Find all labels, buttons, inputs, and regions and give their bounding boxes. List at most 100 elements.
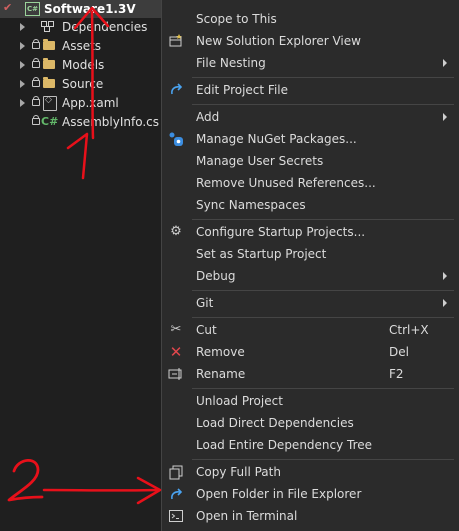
menu-item-label: Edit Project File: [196, 83, 289, 97]
refresh-arrow-icon: [168, 82, 184, 98]
expand-arrow-icon[interactable]: [20, 23, 25, 31]
menu-item-label: Add: [196, 110, 220, 124]
expand-arrow-icon[interactable]: [20, 42, 25, 50]
terminal-icon: [168, 508, 184, 524]
folder-icon: [43, 39, 55, 50]
menu-item-copy-full-path[interactable]: Copy Full Path: [162, 461, 459, 483]
menu-item-set-as-startup-project[interactable]: Set as Startup Project: [162, 243, 459, 265]
tree-row-app-xaml[interactable]: App.xaml: [0, 94, 163, 112]
submenu-arrow-icon: [443, 299, 447, 307]
menu-item-label: Set as Startup Project: [196, 247, 327, 261]
tree-row-models[interactable]: Models: [0, 56, 163, 74]
rename-icon: [168, 366, 184, 382]
expand-arrow-icon[interactable]: [20, 99, 25, 107]
lock-icon: [32, 58, 40, 68]
submenu-arrow-icon: [443, 59, 447, 67]
menu-item-label: Scope to This: [196, 12, 277, 26]
tree-item-label: Assets: [62, 39, 102, 53]
menu-item-remove-unused-references[interactable]: Remove Unused References...: [162, 172, 459, 194]
new-view-icon: [168, 33, 184, 49]
menu-separator: [192, 290, 454, 291]
context-menu: Scope to This New Solution Explorer View…: [161, 0, 459, 531]
menu-item-label: Manage NuGet Packages...: [196, 132, 357, 146]
menu-item-label: File Nesting: [196, 56, 266, 70]
menu-item-label: Manage User Secrets: [196, 154, 324, 168]
scissors-icon: ✂: [170, 322, 182, 337]
menu-item-remove[interactable]: ✕ Remove Del: [162, 341, 459, 363]
folder-icon: [43, 77, 55, 88]
nuget-icon: [168, 131, 184, 147]
menu-item-load-entire-dependency-tree[interactable]: Load Entire Dependency Tree: [162, 434, 459, 456]
menu-item-open-in-terminal[interactable]: Open in Terminal: [162, 505, 459, 527]
solution-explorer-tree: ✔ C# Software1.3V Dependencies Assets Mo…: [0, 0, 163, 531]
menu-item-rename[interactable]: Rename F2: [162, 363, 459, 385]
tree-item-label: Dependencies: [62, 20, 148, 34]
menu-item-label: Sync Namespaces: [196, 198, 306, 212]
tree-row-dependencies[interactable]: Dependencies: [0, 18, 163, 36]
delete-x-icon: ✕: [169, 343, 183, 361]
checkmark-icon: ✔: [3, 1, 13, 14]
tree-row-project[interactable]: ✔ C# Software1.3V: [0, 0, 163, 18]
menu-item-label: Remove: [196, 345, 245, 359]
menu-item-add[interactable]: Add: [162, 106, 459, 128]
menu-item-sync-namespaces[interactable]: Sync Namespaces: [162, 194, 459, 216]
menu-item-new-solution-explorer-view[interactable]: New Solution Explorer View: [162, 30, 459, 52]
csharp-file-icon: C#: [41, 115, 59, 128]
menu-item-configure-startup-projects[interactable]: ⚙ Configure Startup Projects...: [162, 221, 459, 243]
menu-item-load-direct-dependencies[interactable]: Load Direct Dependencies: [162, 412, 459, 434]
menu-item-label: Open Folder in File Explorer: [196, 487, 362, 501]
menu-item-label: Rename: [196, 367, 246, 381]
menu-item-cut[interactable]: ✂ Cut Ctrl+X: [162, 319, 459, 341]
menu-item-label: Unload Project: [196, 394, 283, 408]
csharp-project-icon: C#: [25, 2, 40, 16]
tree-item-label: App.xaml: [62, 96, 119, 110]
submenu-arrow-icon: [443, 272, 447, 280]
menu-item-file-nesting[interactable]: File Nesting: [162, 52, 459, 74]
menu-item-shortcut: F2: [389, 367, 404, 381]
tree-item-label: Models: [62, 58, 105, 72]
lock-icon: [32, 39, 40, 49]
menu-item-label: Load Direct Dependencies: [196, 416, 354, 430]
lock-icon: [32, 115, 40, 125]
xaml-file-icon: [43, 95, 57, 111]
copy-icon: [168, 464, 184, 480]
menu-item-label: Debug: [196, 269, 236, 283]
lock-icon: [32, 96, 40, 106]
menu-item-manage-user-secrets[interactable]: Manage User Secrets: [162, 150, 459, 172]
menu-item-unload-project[interactable]: Unload Project: [162, 390, 459, 412]
tree-row-assets[interactable]: Assets: [0, 37, 163, 55]
tree-row-source[interactable]: Source: [0, 75, 163, 93]
menu-item-git[interactable]: Git: [162, 292, 459, 314]
menu-separator: [192, 459, 454, 460]
dependencies-icon: [41, 21, 55, 32]
menu-item-label: New Solution Explorer View: [196, 34, 361, 48]
expand-arrow-icon[interactable]: [20, 61, 25, 69]
menu-item-edit-project-file[interactable]: Edit Project File: [162, 79, 459, 101]
menu-item-label: Configure Startup Projects...: [196, 225, 366, 239]
menu-separator: [192, 317, 454, 318]
menu-separator: [192, 388, 454, 389]
menu-item-scope-to-this[interactable]: Scope to This: [162, 8, 459, 30]
menu-item-shortcut: Ctrl+X: [389, 323, 429, 337]
menu-item-open-folder-in-file-explorer[interactable]: Open Folder in File Explorer: [162, 483, 459, 505]
lock-icon: [32, 77, 40, 87]
menu-separator: [192, 77, 454, 78]
menu-item-label: Remove Unused References...: [196, 176, 376, 190]
menu-separator: [192, 104, 454, 105]
expand-arrow-icon[interactable]: [20, 80, 25, 88]
gear-icon: ⚙: [170, 224, 182, 239]
folder-icon: [43, 58, 55, 69]
menu-item-debug[interactable]: Debug: [162, 265, 459, 287]
submenu-arrow-icon: [443, 113, 447, 121]
tree-row-assemblyinfo[interactable]: C# AssemblyInfo.cs: [0, 113, 163, 131]
menu-separator: [192, 219, 454, 220]
menu-item-label: Git: [196, 296, 214, 310]
menu-item-label: Load Entire Dependency Tree: [196, 438, 373, 452]
project-name: Software1.3V: [44, 2, 136, 16]
menu-item-label: Cut: [196, 323, 217, 337]
menu-item-shortcut: Del: [389, 345, 409, 359]
open-folder-arrow-icon: [168, 486, 184, 502]
tree-item-label: AssemblyInfo.cs: [62, 115, 160, 129]
menu-item-manage-nuget[interactable]: Manage NuGet Packages...: [162, 128, 459, 150]
tree-item-label: Source: [62, 77, 104, 91]
